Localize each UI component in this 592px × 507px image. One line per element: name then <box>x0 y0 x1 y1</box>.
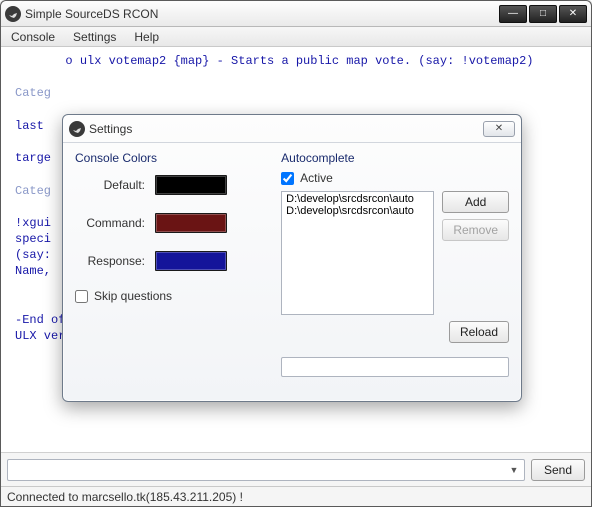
dialog-title: Settings <box>89 122 483 136</box>
minimize-button[interactable]: — <box>499 5 527 23</box>
status-bar: Connected to marcsello.tk(185.43.211.205… <box>1 486 591 506</box>
add-button[interactable]: Add <box>442 191 509 213</box>
autocomplete-list[interactable]: D:\develop\srcdsrcon\auto D:\develop\src… <box>281 191 434 315</box>
autocomplete-path-input[interactable] <box>281 357 509 377</box>
default-color-label: Default: <box>75 178 145 192</box>
remove-button[interactable]: Remove <box>442 219 509 241</box>
skip-questions-input[interactable] <box>75 290 88 303</box>
status-text: Connected to marcsello.tk(185.43.211.205… <box>7 490 243 504</box>
response-color-label: Response: <box>75 254 145 268</box>
maximize-button[interactable]: □ <box>529 5 557 23</box>
list-item[interactable]: D:\develop\srcdsrcon\auto <box>282 205 433 217</box>
dialog-close-button[interactable]: ✕ <box>483 121 515 137</box>
send-button[interactable]: Send <box>531 459 585 481</box>
default-color-swatch[interactable] <box>155 175 227 195</box>
command-color-swatch[interactable] <box>155 213 227 233</box>
command-color-label: Command: <box>75 216 145 230</box>
window-title: Simple SourceDS RCON <box>25 7 497 21</box>
command-bar: ▼ Send <box>1 452 591 486</box>
dialog-titlebar[interactable]: Settings ✕ <box>63 115 521 143</box>
autocomplete-label: Autocomplete <box>281 151 509 165</box>
close-button[interactable]: ✕ <box>559 5 587 23</box>
dialog-icon <box>69 121 85 137</box>
active-checkbox[interactable]: Active <box>281 171 509 185</box>
autocomplete-group: Autocomplete Active D:\develop\srcdsrcon… <box>281 151 509 389</box>
app-icon <box>5 6 21 22</box>
list-item[interactable]: D:\develop\srcdsrcon\auto <box>282 193 433 205</box>
skip-questions-checkbox[interactable]: Skip questions <box>75 289 273 303</box>
menu-console[interactable]: Console <box>7 28 59 46</box>
console-colors-group: Console Colors Default: Command: Respons… <box>75 151 273 389</box>
settings-dialog: Settings ✕ Console Colors Default: Comma… <box>62 114 522 402</box>
menu-settings[interactable]: Settings <box>69 28 120 46</box>
console-colors-label: Console Colors <box>75 151 273 165</box>
active-input[interactable] <box>281 172 294 185</box>
reload-button[interactable]: Reload <box>449 321 509 343</box>
response-color-swatch[interactable] <box>155 251 227 271</box>
dropdown-icon[interactable]: ▼ <box>506 462 522 478</box>
menu-help[interactable]: Help <box>130 28 163 46</box>
titlebar[interactable]: Simple SourceDS RCON — □ ✕ <box>1 1 591 27</box>
command-input[interactable]: ▼ <box>7 459 525 481</box>
menubar: Console Settings Help <box>1 27 591 47</box>
